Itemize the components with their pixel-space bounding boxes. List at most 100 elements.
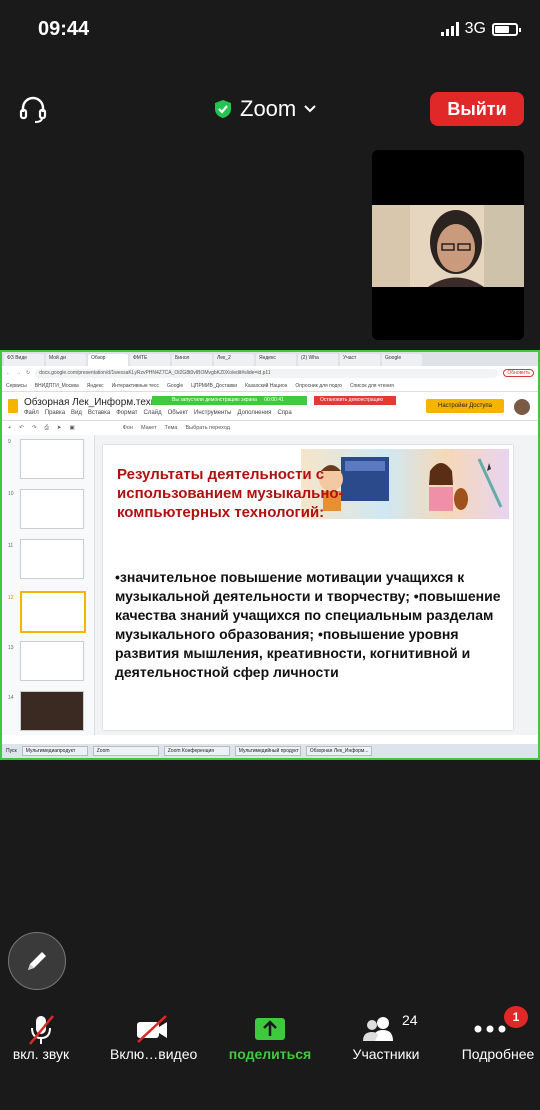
unmute-label: вкл. звук — [12, 1046, 70, 1062]
bookmarks-bar: Сервисы ВНИДПТИ_Москва Яндекс Интерактив… — [2, 380, 538, 392]
menu-item[interactable]: Правка — [45, 410, 65, 416]
browser-tab[interactable]: ФЗ Виде — [4, 354, 44, 366]
leave-button[interactable]: Выйти — [430, 92, 524, 126]
participants-count: 24 — [402, 1012, 418, 1028]
menu-item[interactable]: Вставка — [88, 410, 110, 416]
start-button[interactable]: Пуск — [6, 748, 17, 754]
bookmark-item[interactable]: Список для чтения — [350, 383, 394, 389]
shield-check-icon — [215, 100, 231, 118]
more-dots-icon — [474, 1025, 506, 1033]
slide-thumbnail[interactable] — [20, 539, 84, 579]
taskbar-item[interactable]: Мультимедиапродукт — [21, 746, 88, 756]
zoom-title-label: Zoom — [240, 96, 297, 121]
browser-tab-active[interactable]: Обзор — [88, 354, 128, 366]
add-icon[interactable]: + — [8, 425, 11, 431]
sharing-banner: Вы запустили демонстрацию экрана 00:00:4… — [152, 396, 307, 405]
slide-number: 9 — [8, 439, 11, 445]
access-settings-button[interactable]: Настройки Доступа — [426, 399, 504, 413]
slide-number: 13 — [8, 645, 14, 651]
signal-icon — [440, 22, 459, 36]
menu-item[interactable]: Инструменты — [194, 410, 231, 416]
status-indicators: 3G — [440, 20, 521, 38]
forward-icon[interactable]: → — [16, 370, 21, 376]
toolbar-item[interactable]: Фон — [123, 425, 133, 431]
chevron-down-icon — [304, 105, 316, 113]
url-field[interactable]: docs.google.com/presentation/d/1wexsaKLy… — [35, 368, 499, 378]
video-camera-off-icon — [137, 1015, 167, 1043]
meeting-controls: вкл. звук Вклю…видео поделиться 24 Участ… — [0, 1000, 540, 1110]
browser-tab[interactable]: Лек_2 — [214, 354, 254, 366]
battery-icon — [492, 22, 521, 36]
participants-icon — [362, 1017, 393, 1041]
bookmark-item[interactable]: Google — [167, 383, 183, 389]
toolbar-item[interactable]: Выбрать переход — [185, 425, 230, 431]
browser-tab-bar: ФЗ Виде Мой ди Обзор ФМТЕ Бинол Лек_2 Ян… — [2, 352, 538, 366]
annotate-button[interactable] — [8, 932, 66, 990]
slide-number-selected: 12 — [8, 595, 14, 601]
redo-icon[interactable]: ↷ — [32, 425, 37, 431]
browser-tab[interactable]: (2) Wha — [298, 354, 338, 366]
stop-sharing-button[interactable]: Остановить демонстрацию — [314, 396, 396, 405]
bookmark-item[interactable]: Опросник для подго — [295, 383, 342, 389]
slide-canvas: Результаты деятельности с использованием… — [95, 435, 538, 735]
undo-icon[interactable]: ↶ — [19, 425, 24, 431]
participants-label: Участники — [352, 1046, 420, 1062]
bookmark-item[interactable]: Казахский Национ — [245, 383, 287, 389]
bookmark-item[interactable]: ЦПРМИВ_Доставки — [191, 383, 237, 389]
back-icon[interactable]: ← — [6, 370, 11, 376]
pencil-icon — [28, 952, 46, 970]
toolbar-item[interactable]: Макет — [141, 425, 157, 431]
slide-number: 10 — [8, 491, 14, 497]
slide-title: Результаты деятельности с использованием… — [117, 466, 344, 521]
slide-thumbnail-selected[interactable] — [20, 591, 86, 633]
cursor-icon[interactable]: ➤ — [57, 425, 62, 431]
participant-video-frame — [372, 205, 524, 287]
bookmark-item[interactable]: Сервисы — [6, 383, 27, 389]
menu-item[interactable]: Спра — [277, 410, 291, 416]
browser-tab[interactable]: Бинол — [172, 354, 212, 366]
microphone-muted-icon — [29, 1015, 54, 1045]
update-button[interactable]: Обновить — [503, 369, 534, 377]
share-screen-icon — [255, 1018, 285, 1040]
status-time: 09:44 — [38, 18, 90, 40]
participant-video[interactable] — [372, 150, 524, 340]
browser-tab[interactable]: ФМТЕ — [130, 354, 170, 366]
menu-item[interactable]: Вид — [71, 410, 82, 416]
taskbar-item[interactable]: Zoom Конференция — [163, 746, 230, 756]
taskbar-item[interactable]: Обзорная Лек_Информ... — [305, 746, 372, 756]
avatar[interactable] — [514, 399, 530, 415]
slide-thumbnails: 9 10 11 12 13 14 — [2, 435, 95, 735]
menu-item[interactable]: Слайд — [144, 410, 162, 416]
toolbar-item[interactable]: Тема — [165, 425, 178, 431]
slide-thumbnail[interactable] — [20, 489, 84, 529]
browser-tab[interactable]: Участ — [340, 354, 380, 366]
taskbar-item[interactable]: Мультимедийный продукт — [234, 746, 301, 756]
share-label: поделиться — [228, 1046, 312, 1062]
taskbar-item[interactable]: Zoom — [92, 746, 159, 756]
slide-bullets: •значительное повышение мотивации учащих… — [115, 569, 501, 680]
reload-icon[interactable]: ↻ — [26, 370, 30, 376]
browser-tab[interactable]: Google — [382, 354, 422, 366]
bookmark-item[interactable]: Яндекс — [87, 383, 104, 389]
textbox-icon[interactable]: ▣ — [69, 425, 74, 431]
slide-thumbnail[interactable] — [20, 439, 84, 479]
print-icon[interactable]: ⎙ — [44, 425, 48, 432]
menu-item[interactable]: Дополнения — [237, 410, 271, 416]
current-slide[interactable]: Результаты деятельности с использованием… — [103, 445, 513, 730]
shared-screen[interactable]: ФЗ Виде Мой ди Обзор ФМТЕ Бинол Лек_2 Ян… — [0, 350, 540, 760]
menu-item[interactable]: Формат — [116, 410, 137, 416]
menu-item[interactable]: Объект — [168, 410, 188, 416]
slides-logo-icon — [8, 399, 18, 413]
slide-thumbnail[interactable] — [20, 641, 84, 681]
browser-tab[interactable]: Яндекс — [256, 354, 296, 366]
menu-item[interactable]: Файл — [24, 410, 39, 416]
slide-number: 14 — [8, 695, 14, 701]
browser-tab[interactable]: Мой ди — [46, 354, 86, 366]
bookmark-item[interactable]: ВНИДПТИ_Москва — [35, 383, 79, 389]
slide-thumbnail[interactable] — [20, 691, 84, 731]
headset-icon[interactable] — [18, 95, 48, 125]
meeting-title[interactable]: Zoom — [214, 96, 316, 122]
notification-badge: 1 — [504, 1006, 528, 1028]
windows-taskbar: Пуск Мультимедиапродукт Zoom Zoom Конфер… — [2, 744, 538, 758]
bookmark-item[interactable]: Интерактивные тесс — [112, 383, 159, 389]
